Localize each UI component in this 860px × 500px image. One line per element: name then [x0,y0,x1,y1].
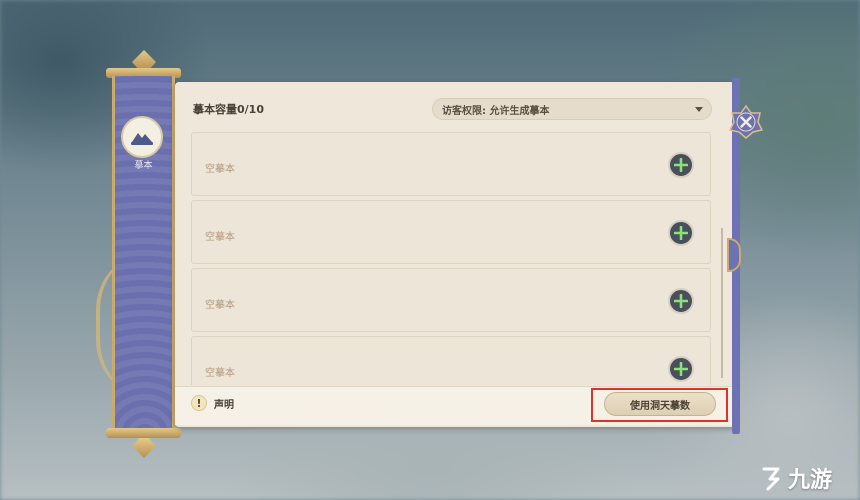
nine-game-logo-icon [762,467,780,491]
list-scrollbar[interactable] [721,228,723,378]
plus-icon [674,158,688,172]
plus-icon [674,294,688,308]
add-replica-button[interactable] [668,288,694,314]
highlight-frame [591,388,728,422]
add-replica-button[interactable] [668,356,694,382]
replica-slot: 空摹本 [191,200,711,264]
replica-list: 空摹本 空摹本 空摹本 空摹本 [191,132,713,385]
chevron-down-icon [695,106,703,112]
plus-icon [674,362,688,376]
notice-link[interactable]: 声明 [214,396,234,411]
replica-slot: 空摹本 [191,132,711,196]
close-icon [728,104,764,139]
sidebar-label: 摹本 [134,161,153,171]
sidebar-tab-replica[interactable] [121,116,163,158]
watermark-text: 九游 [788,468,833,493]
slot-label: 空摹本 [205,300,235,311]
close-button[interactable] [728,104,764,140]
visitor-permission-value: 访客权限: 允许生成摹本 [442,105,550,117]
replica-capacity: 摹本容量0/10 [193,103,264,116]
banner-bottom-cap [106,428,181,438]
slot-label: 空摹本 [205,232,235,243]
watermark-logo: 九游 [758,462,832,494]
replica-slot: 空摹本 [191,268,711,332]
exclamation-icon[interactable]: ! [191,395,207,411]
visitor-permission-select[interactable]: 访客权限: 允许生成摹本 [432,98,712,120]
add-replica-button[interactable] [668,220,694,246]
plus-icon [674,226,688,240]
add-replica-button[interactable] [668,152,694,178]
slot-label: 空摹本 [205,164,235,175]
slot-label: 空摹本 [205,368,235,379]
camp-emblem-icon [131,133,153,145]
replica-slot: 空摹本 [191,336,711,385]
